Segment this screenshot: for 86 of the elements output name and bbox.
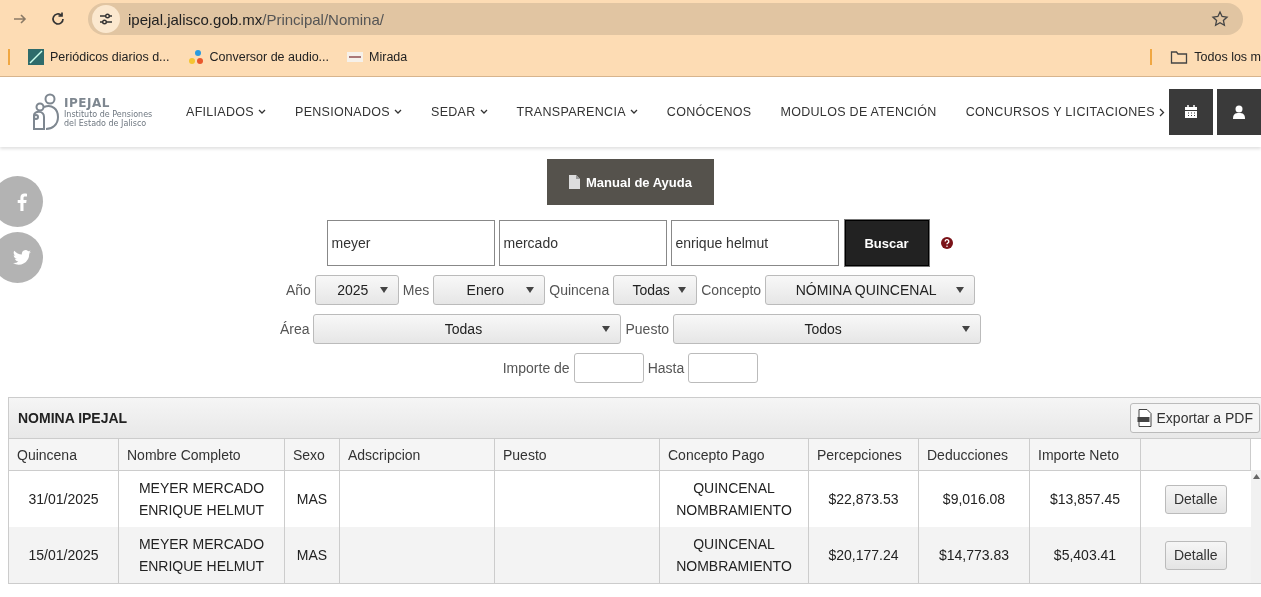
thumbnail-icon: [347, 49, 364, 65]
pdf-file-icon: [1136, 409, 1153, 427]
dropdown[interactable]: Enero: [433, 275, 546, 305]
table-cell: 31/01/2025: [9, 470, 119, 527]
table-cell: 15/01/2025: [9, 527, 119, 583]
calendar-button[interactable]: [1168, 89, 1213, 135]
filter-label: Mes: [402, 282, 430, 298]
facebook-icon: [16, 192, 27, 211]
column-header[interactable]: Percepciones: [808, 439, 919, 471]
caret-icon: [526, 287, 535, 293]
detail-button[interactable]: Detalle: [1164, 540, 1227, 570]
column-header[interactable]: Puesto: [494, 439, 660, 471]
table-cell: MAS: [284, 527, 340, 583]
amount-from-field[interactable]: [573, 353, 644, 383]
amount-from-label: Importe de: [502, 360, 570, 376]
search-field[interactable]: meyer: [326, 220, 495, 266]
nav-menu-item[interactable]: CONCURSOS Y LICITACIONES: [965, 105, 1165, 119]
column-header[interactable]: Deducciones: [918, 439, 1030, 471]
folder-icon: [1170, 49, 1189, 65]
search-button[interactable]: Buscar: [844, 220, 929, 266]
bookmark[interactable]: Conversor de audio...: [187, 49, 330, 65]
table-cell: $20,177.24: [808, 527, 919, 583]
dropdown[interactable]: Todas: [613, 275, 698, 305]
nav-menu-item[interactable]: SEDAR: [431, 105, 488, 119]
column-header[interactable]: Importe Neto: [1029, 439, 1141, 471]
family-logo-icon: [30, 93, 60, 131]
filter-label: Área: [279, 321, 310, 337]
document-icon: [569, 175, 580, 189]
scroll-up-icon[interactable]: [1252, 474, 1260, 479]
export-pdf-button[interactable]: Exportar a PDF: [1129, 403, 1260, 433]
bookmark-icon: [28, 49, 44, 65]
caret-icon: [602, 326, 611, 332]
dropdown[interactable]: NÓMINA QUINCENAL: [765, 275, 976, 305]
column-header[interactable]: Nombre Completo: [118, 439, 285, 471]
table-title: NOMINA IPEJAL: [18, 410, 128, 426]
search-field[interactable]: enrique helmut: [670, 220, 839, 266]
nav-menu-item[interactable]: CONÓCENOS: [666, 105, 752, 119]
column-header[interactable]: Sexo: [284, 439, 340, 471]
chevron-right-icon: [1158, 107, 1165, 117]
bookmark[interactable]: Mirada: [347, 49, 408, 65]
column-header[interactable]: Quincena: [9, 439, 119, 471]
caret-icon: [678, 287, 687, 293]
dropdown[interactable]: 2025: [314, 275, 399, 305]
filter-label: Puesto: [625, 321, 670, 337]
table-cell: QUINCENAL NOMBRAMIENTO: [659, 527, 809, 583]
chevron-down-icon: [394, 109, 402, 115]
column-header[interactable]: Adscripcion: [339, 439, 495, 471]
nav-menu-item[interactable]: MODULOS DE ATENCIÓN: [780, 105, 937, 119]
table-cell: $5,403.41: [1029, 527, 1141, 583]
chevron-down-icon: [479, 109, 488, 115]
filter-label: Concepto: [701, 282, 762, 298]
calendar-icon: [1183, 105, 1198, 119]
amount-to-label: Hasta: [647, 360, 685, 376]
bookmark[interactable]: Periódicos diarios d...: [28, 49, 170, 65]
reload-icon[interactable]: [50, 11, 66, 27]
detail-button[interactable]: Detalle: [1164, 484, 1227, 514]
caret-icon: [956, 287, 965, 293]
amount-to-field[interactable]: [688, 353, 759, 383]
star-icon[interactable]: [1211, 10, 1229, 28]
search-field[interactable]: mercado: [498, 220, 667, 266]
help-icon[interactable]: [940, 237, 953, 249]
table-cell: $14,773.83: [918, 527, 1030, 583]
site-settings-icon[interactable]: [92, 5, 120, 33]
nav-menu-item[interactable]: PENSIONADOS: [295, 105, 402, 119]
chevron-down-icon: [629, 109, 638, 115]
bookmark-folder[interactable]: Todos los m: [1170, 49, 1261, 65]
logo-subtitle: Instituto de Pensiones del Estado de Jalisco: [64, 110, 154, 128]
help-manual-button[interactable]: Manual de Ayuda: [547, 159, 714, 205]
filter-label: Quincena: [549, 282, 610, 298]
nav-menu-item[interactable]: AFILIADOS: [186, 105, 266, 119]
bird-icon: [12, 250, 31, 265]
chevron-down-icon: [258, 109, 266, 115]
nav-menu-item[interactable]: TRANSPARENCIA: [516, 105, 638, 119]
dots-icon: [187, 49, 204, 65]
dropdown[interactable]: Todas: [313, 314, 622, 344]
column-header[interactable]: Concepto Pago: [659, 439, 809, 471]
caret-icon: [962, 326, 971, 332]
user-icon: [1232, 105, 1245, 119]
logo-name: IPEJAL: [64, 96, 111, 110]
user-button[interactable]: [1216, 89, 1261, 135]
filter-label: Año: [285, 282, 311, 298]
table-cell: MEYER MERCADO ENRIQUE HELMUT: [118, 527, 285, 583]
address-bar[interactable]: ipejal.jalisco.gob.mx/Principal/Nomina/: [88, 3, 1243, 35]
dropdown[interactable]: Todos: [673, 314, 982, 344]
caret-icon: [379, 287, 388, 293]
site-logo[interactable]: IPEJAL Instituto de Pensiones del Estado de Jalisco: [30, 93, 164, 131]
